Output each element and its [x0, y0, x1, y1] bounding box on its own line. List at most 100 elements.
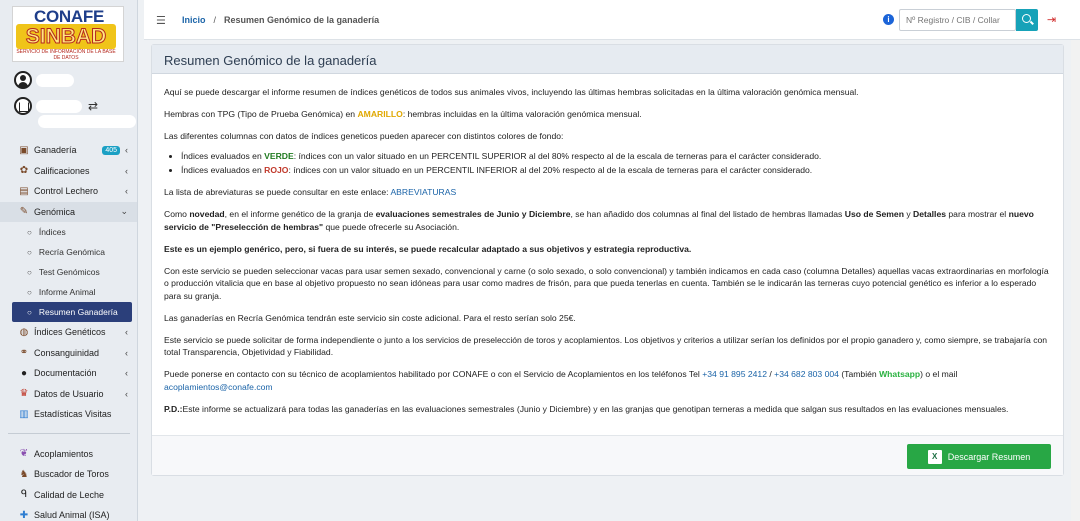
novelty-text: Como novedad, en el informe genético de …	[164, 209, 1034, 232]
sidebar-item-ganaderia[interactable]: ▣ Ganadería 405 ‹	[0, 140, 137, 161]
ps-text: P.D.:Este informe se actualizará para to…	[164, 403, 1009, 414]
sidebar-item-label: Buscador de Toros	[34, 469, 109, 480]
sidebar-item-salud-animal[interactable]: ✚ Salud Animal (ISA)	[0, 505, 137, 521]
card-body: Aquí se puede descargar el informe resum…	[152, 74, 1063, 415]
sidebar-nav: ▣ Ganadería 405 ‹ ✿ Calificaciones ‹ ▤ C…	[0, 140, 137, 521]
user-icon	[14, 71, 32, 89]
phone-link-2[interactable]: +34 682 803 004	[774, 369, 839, 379]
health-icon: ✚	[19, 509, 29, 521]
sidebar-subitem-label: Test Genómicos	[38, 267, 100, 277]
email-link[interactable]: acoplamientos@conafe.com	[164, 382, 273, 392]
farm-code-pill	[38, 115, 136, 128]
mating-icon: ❦	[19, 448, 29, 460]
ribbon-icon: ✿	[19, 165, 29, 177]
sidebar-subitem-indices[interactable]: ○ Índices	[0, 222, 137, 242]
contact-text: Puede ponerse en contacto con su técnico…	[164, 369, 958, 392]
sidebar-subitem-label: Recría Genómica	[38, 247, 105, 257]
sidebar-item-label: Índices Genéticos	[34, 327, 106, 338]
menu-toggle-icon[interactable]: ☰	[156, 14, 166, 27]
sidebar-item-datos-usuario[interactable]: ♛ Datos de Usuario ‹	[0, 384, 137, 405]
excel-icon: X	[927, 449, 942, 464]
abbreviations-link[interactable]: ABREVIATURAS	[390, 187, 456, 197]
breadcrumb-separator: /	[213, 15, 217, 25]
sidebar-subitem-test-genomicos[interactable]: ○ Test Genómicos	[0, 262, 137, 282]
circle-icon: ○	[27, 287, 32, 297]
circle-icon: ○	[27, 267, 32, 277]
sidebar-subitem-informe-animal[interactable]: ○ Informe Animal	[0, 282, 137, 302]
breadcrumb-current: Resumen Genómico de la ganadería	[224, 15, 380, 25]
abbreviations-text: La lista de abreviaturas se puede consul…	[164, 187, 457, 197]
search-input[interactable]	[899, 9, 1016, 31]
bull-icon: ◍	[19, 326, 29, 338]
independent-service-text: Este servicio se puede solicitar de form…	[164, 334, 1048, 358]
chevron-left-icon: ‹	[125, 165, 128, 176]
sidebar-subitem-label: Índices	[38, 227, 66, 237]
search-button[interactable]	[1016, 9, 1038, 31]
card-footer: X Descargar Resumen	[152, 435, 1063, 475]
sidebar-item-label: Datos de Usuario	[34, 388, 104, 399]
chevron-left-icon: ‹	[125, 145, 128, 156]
circle-icon: ○	[27, 227, 32, 237]
milk-quality-icon: ᑫ	[20, 489, 28, 501]
chevron-left-icon: ‹	[125, 186, 128, 197]
breadcrumb: Inicio / Resumen Genómico de la ganaderí…	[182, 15, 379, 25]
top-bar: ☰ Inicio / Resumen Genómico de la ganade…	[144, 0, 1080, 40]
chevron-left-icon: ‹	[125, 347, 128, 358]
sidebar-subitem-label: Resumen Ganadería	[38, 307, 118, 317]
user-data-icon: ♛	[19, 388, 29, 400]
sidebar-item-consanguinidad[interactable]: ⚭ Consanguinidad ‹	[0, 343, 137, 364]
sidebar-subitem-recria-genomica[interactable]: ○ Recría Genómica	[0, 242, 137, 262]
sidebar-item-label: Genómica	[34, 206, 76, 217]
sidebar-item-control-lechero[interactable]: ▤ Control Lechero ‹	[0, 181, 137, 202]
stats-icon: ▥	[19, 408, 29, 420]
chevron-down-icon: ⌄	[120, 206, 128, 217]
search-bull-icon: ♞	[19, 468, 29, 480]
logout-icon[interactable]: ⇥	[1047, 13, 1056, 26]
intro-text: Aquí se puede descargar el informe resum…	[164, 87, 859, 97]
sidebar-divider	[8, 432, 130, 434]
circle-icon: ○	[27, 247, 32, 257]
summary-card: Resumen Genómico de la ganadería Aquí se…	[151, 44, 1064, 476]
farm-name-pill	[36, 99, 82, 113]
sidebar-item-label: Consanguinidad	[34, 347, 100, 358]
farm-row[interactable]: ⇄	[14, 97, 98, 115]
milk-icon: ▤	[19, 185, 29, 197]
swap-icon[interactable]: ⇄	[88, 99, 98, 113]
sidebar-item-acoplamientos[interactable]: ❦ Acoplamientos	[0, 444, 137, 465]
example-text: Este es un ejemplo genérico, pero, si fu…	[164, 243, 692, 254]
sidebar-item-indices-geneticos[interactable]: ◍ Índices Genéticos ‹	[0, 322, 137, 343]
farm-icon	[14, 97, 32, 115]
logo-subtitle: SERVICIO DE INFORMACIÓN DE LA BASE DE DA…	[16, 49, 116, 61]
whatsapp-link[interactable]: Whatsapp	[879, 369, 920, 379]
conafe-sinbad-logo[interactable]: CONAFE SINBAD SERVICIO DE INFORMACIÓN DE…	[12, 6, 124, 62]
sidebar-subitem-resumen-ganaderia[interactable]: ○ Resumen Ganadería	[12, 302, 132, 322]
user-name-pill	[36, 73, 74, 87]
download-summary-button[interactable]: X Descargar Resumen	[907, 444, 1051, 469]
breadcrumb-home-link[interactable]: Inicio	[182, 15, 206, 25]
sidebar-item-documentacion[interactable]: ● Documentación ‹	[0, 363, 137, 384]
list-item: Índices evaluados en VERDE: índices con …	[181, 150, 1051, 163]
chevron-left-icon: ‹	[125, 327, 128, 338]
sidebar-item-genomica[interactable]: ✎ Genómica ⌄	[0, 201, 137, 222]
cow-icon: ▣	[19, 144, 29, 156]
page-scrollbar[interactable]	[1071, 40, 1080, 521]
sidebar-item-calificaciones[interactable]: ✿ Calificaciones ‹	[0, 161, 137, 182]
sidebar-item-calidad-leche[interactable]: ᑫ Calidad de Leche	[0, 485, 137, 506]
sidebar-item-estadisticas-visitas[interactable]: ▥ Estadísticas Visitas	[0, 404, 137, 425]
sidebar-item-label: Acoplamientos	[34, 448, 94, 459]
sidebar: CONAFE SINBAD SERVICIO DE INFORMACIÓN DE…	[0, 0, 138, 521]
sidebar-item-buscador-toros[interactable]: ♞ Buscador de Toros	[0, 464, 137, 485]
count-badge: 405	[102, 145, 120, 155]
tpg-text: Hembras con TPG (Tipo de Prueba Genómica…	[164, 109, 642, 119]
page-title: Resumen Genómico de la ganadería	[152, 45, 1063, 74]
user-row[interactable]	[14, 71, 74, 89]
sidebar-item-label: Control Lechero	[34, 186, 99, 197]
document-icon: ●	[20, 367, 28, 379]
sidebar-item-label: Calificaciones	[34, 165, 90, 176]
sidebar-item-label: Calidad de Leche	[34, 489, 105, 500]
color-legend-list: Índices evaluados en VERDE: índices con …	[181, 150, 1051, 176]
info-icon[interactable]: i	[883, 14, 894, 25]
sidebar-item-label: Salud Animal (ISA)	[34, 510, 110, 521]
phone-link-1[interactable]: +34 91 895 2412	[702, 369, 767, 379]
sidebar-item-label: Documentación	[34, 368, 97, 379]
